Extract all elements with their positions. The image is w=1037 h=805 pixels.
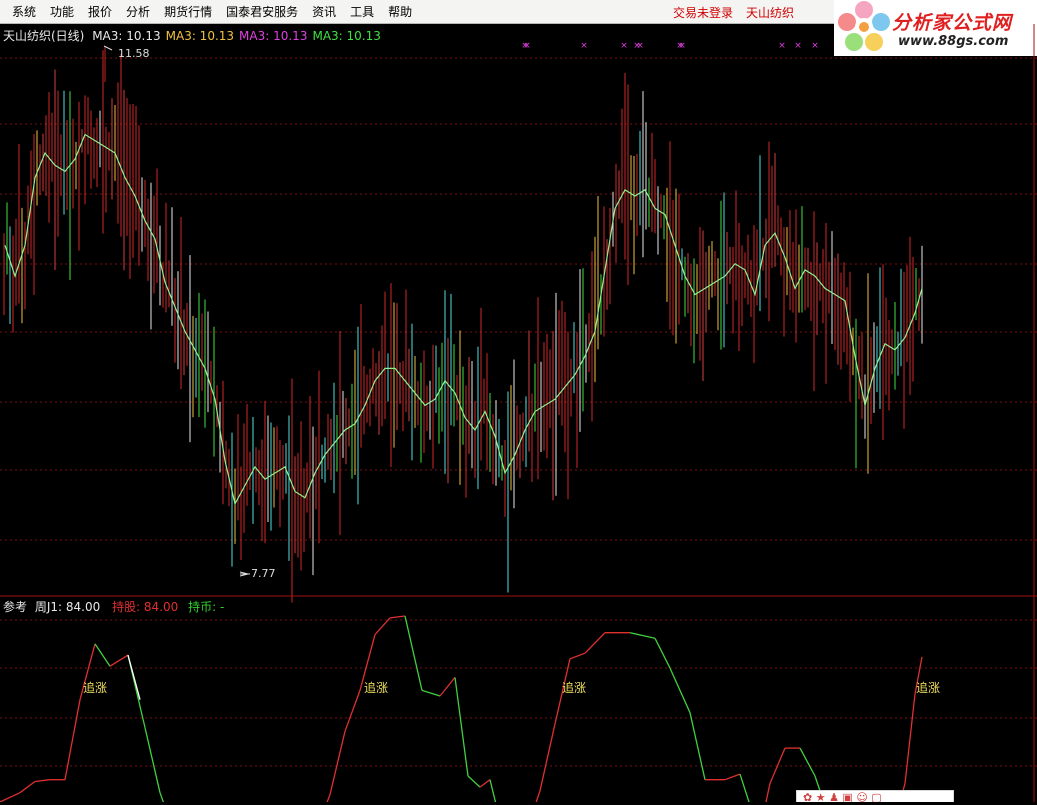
indicator-seg-38 xyxy=(739,773,751,805)
indicator-seg-1 xyxy=(19,780,36,794)
signal-label-1: 追涨 xyxy=(364,680,388,695)
menu-item-1[interactable]: 功能 xyxy=(43,1,81,23)
top-marker-8: × xyxy=(778,41,786,51)
top-marker-3: × xyxy=(620,41,628,51)
indicator-seg-16 xyxy=(374,617,391,636)
indicator-seg-23 xyxy=(479,779,491,788)
indicator-seg-41 xyxy=(769,747,786,784)
top-marker-9: × xyxy=(794,41,802,51)
indicator-seg-9 xyxy=(144,727,161,793)
signal-labels: 追涨 追涨 追涨 追涨 xyxy=(83,680,940,695)
indicator-j1: 周J1: 84.00 xyxy=(34,600,101,614)
candlestick-series xyxy=(3,50,923,603)
indicator-seg-12 xyxy=(325,794,331,805)
indicator-seg-32 xyxy=(629,632,656,639)
indicator-seg-7 xyxy=(109,654,129,667)
indicator-seg-17 xyxy=(389,615,406,619)
indicator-seg-37 xyxy=(724,773,741,781)
current-stock-name: 天山纺织 xyxy=(746,6,795,20)
indicator-seg-0 xyxy=(0,792,21,803)
login-status[interactable]: 交易未登录 xyxy=(673,4,733,21)
bottom-toolbar-fragment: ✿ ★ ♟ ▣ ☺ ▢ xyxy=(796,790,954,802)
indicator-seg-14 xyxy=(344,690,361,732)
indicator-seg-10 xyxy=(159,792,166,805)
main-chart-title: 天山纺织(日线) xyxy=(3,29,85,43)
main-chart-legend: 天山纺织(日线) MA3: 10.13 MA3: 10.13 MA3: 10.13 M… xyxy=(3,27,386,44)
indicator-cash: 持币: - xyxy=(188,600,225,614)
indicator-seg-47 xyxy=(904,694,916,784)
indicator-seg-21 xyxy=(454,677,469,777)
indicator-seg-4 xyxy=(64,699,81,780)
indicator-peak-white xyxy=(127,654,141,700)
ma-legend-item-0: MA3: 10.13 xyxy=(92,29,161,43)
low-label: 7.77 xyxy=(251,567,276,580)
indicator-seg-40 xyxy=(764,783,771,805)
high-label: 11.58 xyxy=(118,47,150,60)
menu-item-0[interactable]: 系统 xyxy=(0,1,43,23)
indicator-seg-6 xyxy=(94,643,111,667)
indicator-seg-22 xyxy=(467,775,481,788)
indicator-seg-27 xyxy=(539,723,556,791)
chart-grid xyxy=(0,24,1037,802)
indicator-seg-18 xyxy=(404,615,423,691)
indicator-seg-20 xyxy=(439,676,456,697)
menu-item-6[interactable]: 资讯 xyxy=(305,1,343,23)
indicator-seg-34 xyxy=(669,667,691,713)
indicator-seg-26 xyxy=(534,790,541,805)
indicator-seg-19 xyxy=(421,689,441,697)
menu-item-5[interactable]: 国泰君安服务 xyxy=(219,1,305,23)
chart-area[interactable]: × × × × × × × × × × × 追涨 追涨 追涨 追涨 11.58 7.77 xyxy=(0,24,1037,805)
ma-legend-item-3: MA3: 10.13 xyxy=(312,29,381,43)
top-marker-5: × xyxy=(636,41,644,51)
ma-legend-item-2: MA3: 10.13 xyxy=(239,29,308,43)
top-marker-2: × xyxy=(580,41,588,51)
indicator-seg-33 xyxy=(654,638,671,669)
top-x-markers: ×× × × ×× ×× × × × xyxy=(521,41,819,51)
indicator-seg-30 xyxy=(584,632,606,654)
indicator-legend: 参考 周J1: 84.00 持股: 84.00 持币: - xyxy=(3,598,230,615)
signal-label-0: 追涨 xyxy=(83,680,107,695)
top-marker-1: × xyxy=(523,41,531,51)
signal-label-2: 追涨 xyxy=(562,680,586,695)
menu-item-8[interactable]: 帮助 xyxy=(381,1,419,23)
indicator-seg-29 xyxy=(569,652,586,660)
ma-legend-item-1: MA3: 10.13 xyxy=(165,29,235,43)
indicator-seg-2 xyxy=(34,779,51,783)
top-marker-7: × xyxy=(678,41,686,51)
menu-item-4[interactable]: 期货行情 xyxy=(157,1,219,23)
menu-item-2[interactable]: 报价 xyxy=(81,1,119,23)
menu-item-7[interactable]: 工具 xyxy=(343,1,381,23)
signal-label-3: 追涨 xyxy=(916,680,940,695)
menu-item-3[interactable]: 分析 xyxy=(119,1,157,23)
indicator-name: 参考 xyxy=(3,600,28,614)
indicator-seg-35 xyxy=(689,712,706,780)
stock-chart-svg[interactable]: ×× × × ×× ×× × × × 追涨 追涨 追涨 追涨 11.587.77 xyxy=(0,24,1037,805)
indicator-seg-43 xyxy=(799,747,816,777)
indicator-seg-24 xyxy=(489,779,497,805)
indicator-seg-13 xyxy=(329,731,346,795)
indicator-series xyxy=(0,615,923,805)
indicator-hold: 持股: 84.00 xyxy=(112,600,179,614)
top-marker-10: × xyxy=(811,41,819,51)
